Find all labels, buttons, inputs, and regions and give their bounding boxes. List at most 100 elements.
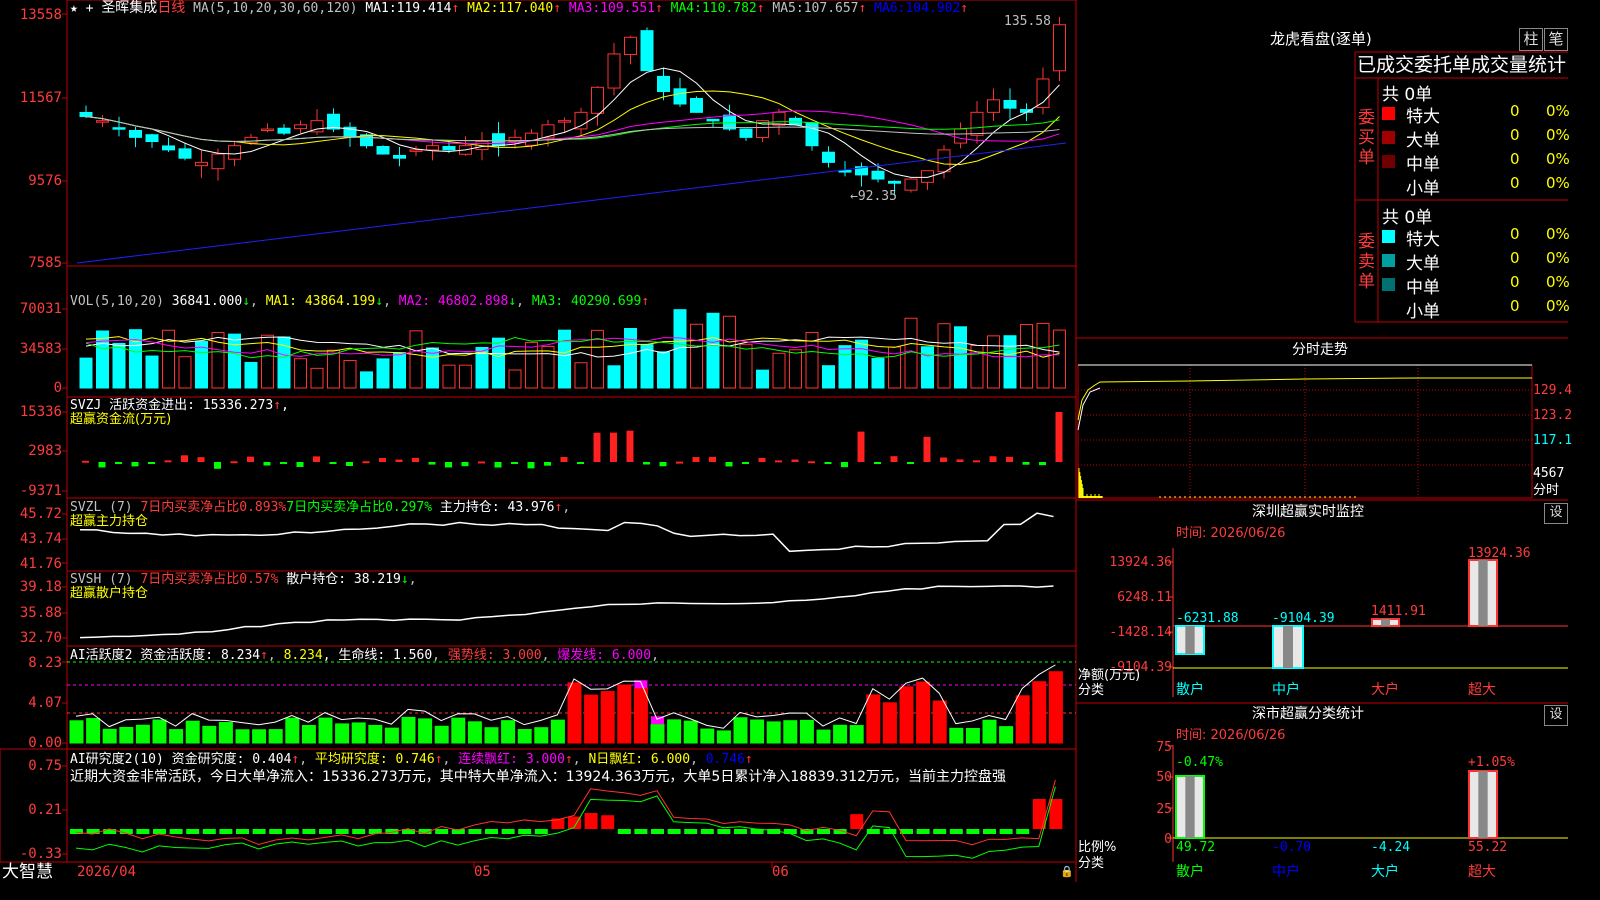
ai1-bar xyxy=(999,726,1014,744)
bar-shade xyxy=(1283,626,1293,668)
ai2-header: AI研究度2(10) 资金研究度: 0.404↑, 平均研究度: 0.746↑,… xyxy=(70,752,753,767)
candle-body xyxy=(822,151,835,163)
svzj-axis-label: 2983 xyxy=(28,443,62,459)
sz-stats-xlabel: 分类 xyxy=(1078,856,1105,871)
ai2-bar xyxy=(352,829,366,834)
ai1-bar xyxy=(650,723,665,744)
lhb-label: 大单 xyxy=(1406,131,1440,151)
ai1-bar xyxy=(882,702,897,744)
bar-shade xyxy=(1185,626,1195,654)
svzj-bar xyxy=(329,462,337,464)
brand-logo[interactable]: 大智慧 xyxy=(2,862,53,882)
bar-shade xyxy=(1478,771,1488,838)
lhb-label: 中单 xyxy=(1406,278,1440,298)
ai2-bar xyxy=(617,829,631,834)
ai2-red-line xyxy=(75,780,1056,846)
price-axis-label: 7585 xyxy=(28,255,62,271)
svzj-bar xyxy=(247,456,254,462)
legend-swatch xyxy=(1382,131,1395,144)
main-header: ★ + 圣晖集成日线 MA(5,10,20,30,60,120) MA1:119… xyxy=(70,0,969,17)
ai1-bar xyxy=(799,719,814,744)
legend-swatch xyxy=(1382,107,1395,120)
ai2-bar xyxy=(219,829,233,834)
lhb-label: 特大 xyxy=(1406,230,1440,250)
candle-body xyxy=(1036,78,1050,109)
intraday-axis-label: 123.2 xyxy=(1533,408,1573,423)
svzj-bar xyxy=(82,460,89,463)
ma-value: MA4: xyxy=(670,1,702,16)
volume-bar xyxy=(756,369,769,389)
candle-body xyxy=(657,75,670,92)
ai1-bar xyxy=(965,728,980,744)
svzj-bar xyxy=(181,455,188,462)
tick-mode-button[interactable]: 笔 xyxy=(1544,28,1568,51)
volume-bar xyxy=(360,371,373,389)
volume-bar xyxy=(112,342,126,389)
lhb-pct: 0% xyxy=(1546,273,1570,291)
ma-params: MA(5,10,20,30,60,120) xyxy=(193,1,358,16)
candle-body xyxy=(261,128,274,132)
ai2-bar xyxy=(169,829,183,834)
sz-stats-axis-label: 25 xyxy=(1156,802,1172,817)
intraday-axis-label: 分时 xyxy=(1533,483,1560,498)
volume-bar xyxy=(706,312,720,389)
svzj-bar xyxy=(874,462,881,464)
sz-stats-ylabel: 比例% xyxy=(1078,840,1117,855)
ai1-bar xyxy=(600,691,615,744)
candle-body xyxy=(228,145,241,160)
bar-shade xyxy=(1185,776,1195,838)
ai2-bar xyxy=(501,829,515,834)
ai2-bar xyxy=(302,829,316,834)
ai1-bar xyxy=(633,687,648,744)
period-label[interactable]: 日线 xyxy=(157,0,185,16)
ai1-axis-label: 4.07 xyxy=(28,695,62,711)
ai2-bar xyxy=(634,829,648,834)
sz-monitor-category: 大户 xyxy=(1371,682,1399,698)
vol-axis-label: 70031 xyxy=(19,301,62,317)
volume-bar xyxy=(525,341,538,389)
candle-body xyxy=(426,145,439,151)
ai2-bar xyxy=(916,829,930,834)
svzj-bar xyxy=(544,462,551,466)
candle-body xyxy=(145,134,159,143)
lock-icon[interactable]: 🔒 xyxy=(1060,864,1074,879)
svzj-bar xyxy=(296,462,304,467)
svzj-bar xyxy=(98,462,106,468)
svzj-bar xyxy=(692,457,700,462)
svzj-bar xyxy=(577,462,584,464)
candle-body xyxy=(987,99,1000,113)
svsh-sub: 超赢散户持仓 xyxy=(70,586,149,601)
ai2-bar xyxy=(518,829,532,834)
svsh-header: SVSH (7) 7日内买卖净占比0.57% 散户持仓: 38.219↓, xyxy=(70,572,417,587)
ai1-bar xyxy=(351,722,366,744)
ma-number: 119.414 xyxy=(396,1,452,16)
sz-stats-axis-label: 75 xyxy=(1156,740,1172,755)
lhb-pct: 0% xyxy=(1546,249,1570,267)
sz-monitor-settings-button[interactable]: 设 xyxy=(1544,503,1568,524)
volume-bar xyxy=(459,364,472,389)
sz-stats-settings-button[interactable]: 设 xyxy=(1544,705,1568,726)
sz-stats-value: -4.24 xyxy=(1371,840,1411,855)
ai2-axis-label: 0.75 xyxy=(28,758,62,774)
candle-body xyxy=(723,114,736,130)
sz-monitor-value: -6231.88 xyxy=(1176,611,1239,626)
star-icon[interactable]: ★ + xyxy=(70,1,93,16)
ai1-bar xyxy=(86,718,101,744)
sz-monitor-title: 深圳超赢实时监控 xyxy=(1252,504,1364,520)
svzj-bar xyxy=(115,462,122,464)
kline-chart-area[interactable] xyxy=(0,0,1568,882)
ai2-bar xyxy=(186,829,200,834)
lhb-pct: 0% xyxy=(1546,102,1570,120)
candle-body xyxy=(739,128,753,138)
ai2-bar xyxy=(734,829,747,834)
sell-side-label: 委卖单 xyxy=(1358,232,1375,292)
lhb-value: 0 xyxy=(1510,102,1520,120)
candle-body xyxy=(195,161,208,167)
lhb-label: 小单 xyxy=(1406,302,1440,322)
ai2-axis-label: 0.21 xyxy=(28,802,62,818)
legend-swatch xyxy=(1382,230,1395,243)
bar-mode-button[interactable]: 柱 xyxy=(1519,28,1543,51)
price-axis-label: 11567 xyxy=(19,90,62,106)
candle-body xyxy=(888,180,901,184)
ai2-bar xyxy=(949,829,963,834)
